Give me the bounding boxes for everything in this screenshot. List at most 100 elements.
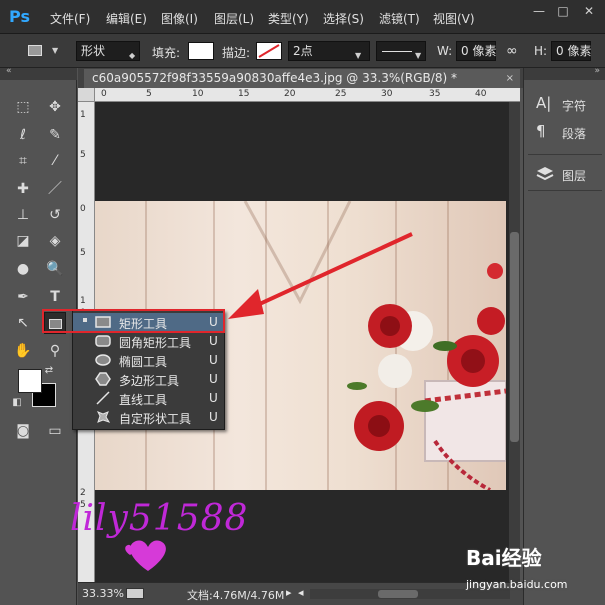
flyout-item-ellipse-tool[interactable]: 椭圆工具 U: [73, 351, 224, 370]
quick-select-tool-icon[interactable]: ✎: [44, 124, 66, 146]
stroke-type-select[interactable]: ▼: [376, 41, 426, 61]
options-bar: ▼ 形状 ◆ 填充: 描边: 2点 ▼ ▼ W: 0 像素 ∞ H: 0 像素: [0, 34, 605, 68]
paint-bucket-tool-icon[interactable]: ◈: [44, 230, 66, 252]
ruler-label: 25: [335, 89, 347, 99]
type-tool-icon[interactable]: T: [44, 286, 66, 308]
expand-icon[interactable]: »: [594, 66, 600, 76]
menu-view[interactable]: 视图(V): [433, 10, 475, 27]
history-brush-tool-icon[interactable]: ↺: [44, 204, 66, 226]
menu-file[interactable]: 文件(F): [50, 10, 90, 27]
document-tab[interactable]: c60a905572f98f33559a90830affe4e3.jpg @ 3…: [84, 69, 520, 88]
scrollbar-thumb[interactable]: [378, 590, 418, 598]
chevron-down-icon: ▼: [52, 46, 59, 55]
width-input[interactable]: 0 像素: [456, 41, 496, 61]
rounded-rectangle-icon: [95, 335, 111, 347]
scrollbar-thumb[interactable]: [510, 232, 519, 442]
move-tool-icon[interactable]: ✥: [44, 96, 66, 118]
heart-icon: [125, 540, 166, 571]
menu-image[interactable]: 图像(I): [161, 10, 198, 27]
rectangle-icon: [28, 45, 42, 56]
signature-watermark: lily51588: [70, 498, 248, 539]
paragraph-panel-label: 段落: [562, 127, 587, 141]
flyout-item-label: 直线工具: [119, 393, 168, 407]
lasso-tool-icon[interactable]: ℓ: [12, 124, 34, 146]
photoshop-logo: Ps: [9, 7, 30, 26]
flyout-item-rounded-rectangle-tool[interactable]: 圆角矩形工具 U: [73, 332, 224, 351]
path-selection-tool-icon[interactable]: ↖: [12, 312, 34, 334]
layers-icon: [536, 167, 554, 181]
menu-layer[interactable]: 图层(L): [214, 10, 254, 27]
foreground-color-swatch[interactable]: [18, 369, 42, 393]
fill-swatch[interactable]: [188, 42, 214, 60]
brush-tool-icon[interactable]: ／: [44, 178, 66, 200]
default-colors-icon[interactable]: ◧: [10, 396, 24, 410]
screen-mode-icon[interactable]: ▭: [44, 420, 66, 442]
no-stroke-icon: [258, 44, 280, 58]
flyout-item-polygon-tool[interactable]: 多边形工具 U: [73, 370, 224, 389]
panel-dock: » A| 字符 ¶ 段落 图层: [523, 66, 605, 605]
line-icon: [96, 391, 110, 405]
ruler-label: 5: [80, 248, 86, 258]
menu-edit[interactable]: 编辑(E): [106, 10, 147, 27]
minimize-icon[interactable]: —: [532, 4, 546, 18]
menu-filter[interactable]: 滤镜(T): [379, 10, 420, 27]
flyout-item-custom-shape-tool[interactable]: 自定形状工具 U: [73, 408, 224, 427]
link-icon[interactable]: ∞: [506, 43, 518, 59]
baidu-url: jingyan.baidu.com: [466, 578, 568, 591]
pen-tool-icon[interactable]: ✒: [12, 286, 34, 308]
zoom-tool-icon[interactable]: ⚲: [44, 340, 66, 362]
ellipse-icon: [95, 354, 111, 366]
menu-select[interactable]: 选择(S): [323, 10, 364, 27]
quick-mask-icon[interactable]: ◙: [12, 420, 34, 442]
scroll-left-icon[interactable]: ◂: [298, 586, 304, 599]
marquee-tool-icon[interactable]: ⬚: [12, 96, 34, 118]
stroke-swatch[interactable]: [256, 42, 282, 60]
width-value: 0 像素: [461, 44, 497, 58]
ruler-label: 15: [238, 89, 250, 99]
zoom-level[interactable]: 33.33%: [82, 587, 124, 600]
height-input[interactable]: 0 像素: [551, 41, 591, 61]
tools-panel-header[interactable]: «: [0, 66, 77, 80]
height-value: 0 像素: [556, 44, 592, 58]
ruler-label: 0: [80, 204, 86, 214]
hand-tool-icon[interactable]: ✋: [12, 340, 34, 362]
character-panel-button[interactable]: A| 字符: [530, 92, 604, 116]
healing-brush-tool-icon[interactable]: ✚: [12, 178, 34, 200]
custom-shape-icon: [96, 411, 111, 423]
flyout-item-shortcut: U: [209, 410, 218, 424]
flyout-item-shortcut: U: [209, 391, 218, 405]
panel-divider: [528, 190, 602, 191]
menu-type[interactable]: 类型(Y): [268, 10, 309, 27]
eraser-tool-icon[interactable]: ◪: [12, 230, 34, 252]
fill-label: 填充:: [152, 46, 181, 60]
annotation-highlight-box: [42, 309, 225, 333]
layers-panel-button[interactable]: 图层: [530, 162, 604, 186]
proof-icon: [126, 588, 144, 599]
panel-divider: [528, 154, 602, 155]
close-window-icon[interactable]: ✕: [582, 4, 596, 18]
dodge-tool-icon[interactable]: 🔍: [44, 258, 66, 280]
flyout-item-label: 椭圆工具: [119, 355, 168, 369]
status-menu-icon[interactable]: ▸: [286, 586, 292, 599]
stroke-width-field[interactable]: 2点 ▼: [288, 41, 370, 61]
maximize-icon[interactable]: □: [556, 4, 570, 18]
eyedropper-tool-icon[interactable]: ⁄: [44, 150, 66, 172]
tool-preset-picker[interactable]: ▼: [24, 42, 64, 60]
ruler-label: 20: [284, 89, 296, 99]
menu-bar: Ps 文件(F) 编辑(E) 图像(I) 图层(L) 类型(Y) 选择(S) 滤…: [0, 0, 605, 34]
vertical-scrollbar[interactable]: [509, 102, 520, 582]
status-bar: 33.33% 文档:4.76M/4.76M ▸ ◂: [78, 582, 523, 605]
stroke-width-value: 2点: [293, 44, 313, 58]
horizontal-ruler[interactable]: 0 5 10 15 20 25 30 35 40: [95, 88, 520, 102]
panel-dock-header[interactable]: »: [524, 66, 605, 80]
clone-stamp-tool-icon[interactable]: ⊥: [12, 204, 34, 226]
tool-mode-select[interactable]: 形状 ◆: [76, 41, 140, 61]
close-tab-icon[interactable]: ×: [506, 69, 514, 88]
ruler-origin[interactable]: [78, 88, 95, 102]
blur-tool-icon[interactable]: ●: [12, 258, 34, 280]
paragraph-panel-button[interactable]: ¶ 段落: [530, 120, 604, 144]
flyout-item-line-tool[interactable]: 直线工具 U: [73, 389, 224, 408]
swap-colors-icon[interactable]: ⇄: [42, 364, 56, 378]
crop-tool-icon[interactable]: ⌗: [12, 150, 34, 172]
collapse-icon[interactable]: «: [6, 66, 12, 76]
